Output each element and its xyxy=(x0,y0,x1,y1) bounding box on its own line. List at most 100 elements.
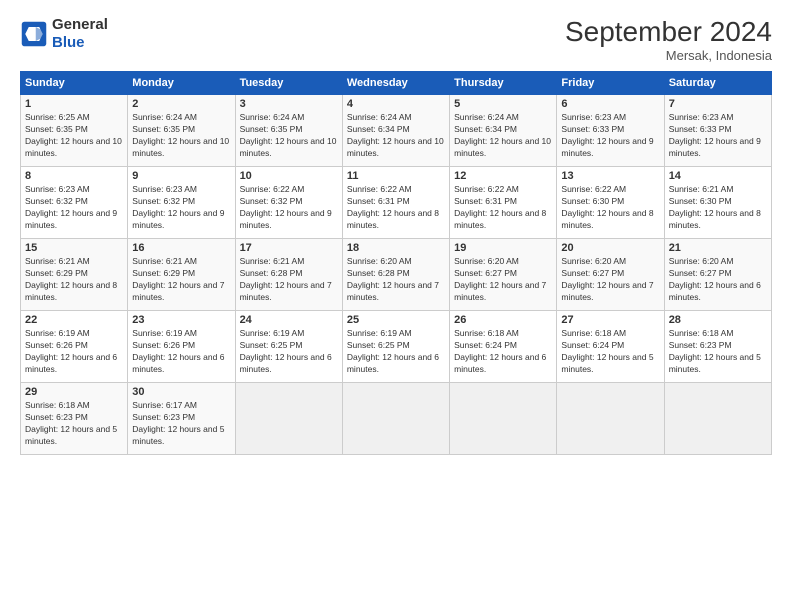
day-info: Sunrise: 6:19 AMSunset: 6:25 PMDaylight:… xyxy=(347,328,445,376)
calendar-cell: 16 Sunrise: 6:21 AMSunset: 6:29 PMDayligh… xyxy=(128,239,235,311)
calendar-cell xyxy=(342,383,449,455)
calendar-page: General Blue September 2024 Mersak, Indo… xyxy=(0,0,792,612)
calendar-cell: 8 Sunrise: 6:23 AMSunset: 6:32 PMDaylight… xyxy=(21,167,128,239)
day-number: 2 xyxy=(132,98,230,110)
calendar-cell: 12 Sunrise: 6:22 AMSunset: 6:31 PMDayligh… xyxy=(450,167,557,239)
calendar-cell: 1 Sunrise: 6:25 AMSunset: 6:35 PMDaylight… xyxy=(21,95,128,167)
day-info: Sunrise: 6:20 AMSunset: 6:27 PMDaylight:… xyxy=(454,256,552,304)
day-info: Sunrise: 6:20 AMSunset: 6:28 PMDaylight:… xyxy=(347,256,445,304)
calendar-cell: 6 Sunrise: 6:23 AMSunset: 6:33 PMDaylight… xyxy=(557,95,664,167)
day-number: 13 xyxy=(561,170,659,182)
day-number: 14 xyxy=(669,170,767,182)
day-number: 4 xyxy=(347,98,445,110)
calendar-cell: 28 Sunrise: 6:18 AMSunset: 6:23 PMDayligh… xyxy=(664,311,771,383)
day-info: Sunrise: 6:19 AMSunset: 6:25 PMDaylight:… xyxy=(240,328,338,376)
day-number: 11 xyxy=(347,170,445,182)
day-number: 29 xyxy=(25,386,123,398)
day-info: Sunrise: 6:24 AMSunset: 6:35 PMDaylight:… xyxy=(240,112,338,160)
day-info: Sunrise: 6:19 AMSunset: 6:26 PMDaylight:… xyxy=(132,328,230,376)
calendar-cell: 29 Sunrise: 6:18 AMSunset: 6:23 PMDayligh… xyxy=(21,383,128,455)
day-number: 5 xyxy=(454,98,552,110)
calendar-cell: 9Sunrise: 6:23 AMSunset: 6:32 PMDaylight… xyxy=(128,167,235,239)
day-info: Sunrise: 6:22 AMSunset: 6:31 PMDaylight:… xyxy=(454,184,552,232)
calendar-cell xyxy=(664,383,771,455)
day-number: 1 xyxy=(25,98,123,110)
day-info: Sunrise: 6:23 AMSunset: 6:32 PMDaylight:… xyxy=(25,184,123,232)
calendar-cell xyxy=(235,383,342,455)
calendar-cell: 24 Sunrise: 6:19 AMSunset: 6:25 PMDayligh… xyxy=(235,311,342,383)
weekday-header: Wednesday xyxy=(342,72,449,95)
calendar-cell: 15Sunrise: 6:21 AMSunset: 6:29 PMDayligh… xyxy=(21,239,128,311)
header: General Blue September 2024 Mersak, Indo… xyxy=(20,16,772,63)
calendar-week-row: 15 Sunrise: 6:21 AMSunset: 6:29 PMDayligh… xyxy=(21,239,772,311)
day-info: Sunrise: 6:21 AMSunset: 6:29 PMDaylight:… xyxy=(132,256,230,304)
location-subtitle: Mersak, Indonesia xyxy=(565,48,772,63)
calendar-cell: 7 Sunrise: 6:23 AMSunset: 6:33 PMDaylight… xyxy=(664,95,771,167)
day-number: 16 xyxy=(132,242,230,254)
day-info: Sunrise: 6:23 AMSunset: 6:32 PMDaylight:… xyxy=(132,184,230,232)
calendar-cell: 11 Sunrise: 6:22 AMSunset: 6:31 PMDayligh… xyxy=(342,167,449,239)
calendar-cell: 25Sunrise: 6:19 AMSunset: 6:25 PMDayligh… xyxy=(342,311,449,383)
weekday-header: Monday xyxy=(128,72,235,95)
weekday-header: Sunday xyxy=(21,72,128,95)
day-number: 19 xyxy=(454,242,552,254)
day-info: Sunrise: 6:24 AMSunset: 6:34 PMDaylight:… xyxy=(454,112,552,160)
day-number: 3 xyxy=(240,98,338,110)
logo-icon xyxy=(20,20,48,48)
calendar-cell: 30 Sunrise: 6:17 AMSunset: 6:23 PMDayligh… xyxy=(128,383,235,455)
day-info: Sunrise: 6:18 AMSunset: 6:24 PMDaylight:… xyxy=(561,328,659,376)
calendar-cell: 17 Sunrise: 6:21 AMSunset: 6:28 PMDayligh… xyxy=(235,239,342,311)
day-info: Sunrise: 6:18 AMSunset: 6:23 PMDaylight:… xyxy=(669,328,767,376)
calendar-cell: 5 Sunrise: 6:24 AMSunset: 6:34 PMDaylight… xyxy=(450,95,557,167)
day-info: Sunrise: 6:22 AMSunset: 6:30 PMDaylight:… xyxy=(561,184,659,232)
day-number: 23 xyxy=(132,314,230,326)
calendar-cell xyxy=(450,383,557,455)
calendar-table: SundayMondayTuesdayWednesdayThursdayFrid… xyxy=(20,71,772,455)
calendar-cell: 27 Sunrise: 6:18 AMSunset: 6:24 PMDayligh… xyxy=(557,311,664,383)
logo-text: General Blue xyxy=(52,16,108,52)
day-info: Sunrise: 6:19 AMSunset: 6:26 PMDaylight:… xyxy=(25,328,123,376)
day-info: Sunrise: 6:18 AMSunset: 6:23 PMDaylight:… xyxy=(25,400,123,448)
calendar-cell: 22Sunrise: 6:19 AMSunset: 6:26 PMDayligh… xyxy=(21,311,128,383)
calendar-cell: 13 Sunrise: 6:22 AMSunset: 6:30 PMDayligh… xyxy=(557,167,664,239)
weekday-header: Friday xyxy=(557,72,664,95)
calendar-cell: 18 Sunrise: 6:20 AMSunset: 6:28 PMDayligh… xyxy=(342,239,449,311)
day-info: Sunrise: 6:22 AMSunset: 6:31 PMDaylight:… xyxy=(347,184,445,232)
day-number: 12 xyxy=(454,170,552,182)
day-info: Sunrise: 6:21 AMSunset: 6:28 PMDaylight:… xyxy=(240,256,338,304)
logo: General Blue xyxy=(20,16,108,52)
day-info: Sunrise: 6:23 AMSunset: 6:33 PMDaylight:… xyxy=(669,112,767,160)
calendar-cell: 10Sunrise: 6:22 AMSunset: 6:32 PMDayligh… xyxy=(235,167,342,239)
weekday-header: Thursday xyxy=(450,72,557,95)
weekday-header-row: SundayMondayTuesdayWednesdayThursdayFrid… xyxy=(21,72,772,95)
day-info: Sunrise: 6:17 AMSunset: 6:23 PMDaylight:… xyxy=(132,400,230,448)
day-number: 27 xyxy=(561,314,659,326)
day-number: 28 xyxy=(669,314,767,326)
day-number: 20 xyxy=(561,242,659,254)
day-number: 30 xyxy=(132,386,230,398)
day-number: 8 xyxy=(25,170,123,182)
day-number: 18 xyxy=(347,242,445,254)
day-info: Sunrise: 6:24 AMSunset: 6:35 PMDaylight:… xyxy=(132,112,230,160)
day-number: 7 xyxy=(669,98,767,110)
day-info: Sunrise: 6:20 AMSunset: 6:27 PMDaylight:… xyxy=(561,256,659,304)
calendar-week-row: 22Sunrise: 6:19 AMSunset: 6:26 PMDayligh… xyxy=(21,311,772,383)
calendar-cell: 4Sunrise: 6:24 AMSunset: 6:34 PMDaylight… xyxy=(342,95,449,167)
day-number: 17 xyxy=(240,242,338,254)
day-number: 6 xyxy=(561,98,659,110)
calendar-week-row: 29 Sunrise: 6:18 AMSunset: 6:23 PMDayligh… xyxy=(21,383,772,455)
calendar-cell xyxy=(557,383,664,455)
calendar-cell: 14 Sunrise: 6:21 AMSunset: 6:30 PMDayligh… xyxy=(664,167,771,239)
day-number: 24 xyxy=(240,314,338,326)
day-info: Sunrise: 6:25 AMSunset: 6:35 PMDaylight:… xyxy=(25,112,123,160)
calendar-cell: 23 Sunrise: 6:19 AMSunset: 6:26 PMDayligh… xyxy=(128,311,235,383)
calendar-cell: 3 Sunrise: 6:24 AMSunset: 6:35 PMDaylight… xyxy=(235,95,342,167)
day-number: 10 xyxy=(240,170,338,182)
calendar-cell: 19 Sunrise: 6:20 AMSunset: 6:27 PMDayligh… xyxy=(450,239,557,311)
day-info: Sunrise: 6:18 AMSunset: 6:24 PMDaylight:… xyxy=(454,328,552,376)
day-info: Sunrise: 6:21 AMSunset: 6:30 PMDaylight:… xyxy=(669,184,767,232)
day-info: Sunrise: 6:23 AMSunset: 6:33 PMDaylight:… xyxy=(561,112,659,160)
day-number: 15 xyxy=(25,242,123,254)
calendar-cell: 21Sunrise: 6:20 AMSunset: 6:27 PMDayligh… xyxy=(664,239,771,311)
calendar-week-row: 8 Sunrise: 6:23 AMSunset: 6:32 PMDaylight… xyxy=(21,167,772,239)
